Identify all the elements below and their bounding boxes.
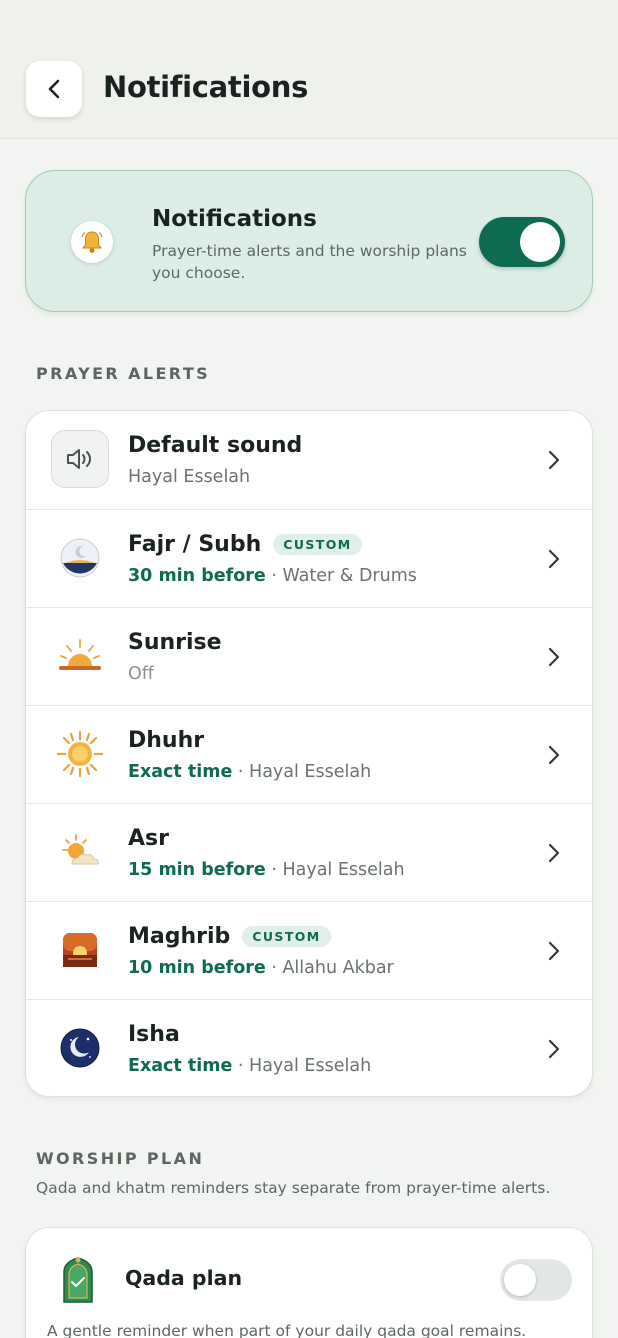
row-sunrise[interactable]: Sunrise Off	[26, 607, 592, 705]
row-maghrib[interactable]: Maghrib CUSTOM 10 min before · Allahu Akb…	[26, 901, 592, 999]
plan-title: Qada plan	[125, 1266, 243, 1290]
prayer-mat-icon	[63, 1257, 93, 1303]
row-subtitle: Exact time · Hayal Esselah	[128, 1056, 372, 1076]
back-button[interactable]	[26, 61, 82, 117]
section-label-worship-plan: WORSHIP PLAN	[36, 1149, 205, 1168]
row-asr[interactable]: Asr 15 min before · Hayal Esselah	[26, 803, 592, 901]
prayer-alerts-list: Default sound Hayal Esselah Fajr / Subh C…	[25, 410, 593, 1097]
row-dhuhr[interactable]: Dhuhr Exact time · Hayal Esselah	[26, 705, 592, 803]
row-title: Default sound	[128, 433, 303, 458]
row-title: Fajr / Subh CUSTOM	[128, 532, 362, 557]
section-description: Qada and khatm reminders stay separate f…	[36, 1179, 551, 1197]
chevron-left-icon	[48, 79, 60, 99]
sun-icon	[51, 725, 109, 783]
row-title: Isha	[128, 1022, 180, 1047]
toggle-knob	[504, 1264, 536, 1296]
row-subtitle: Off	[128, 664, 154, 684]
row-subtitle: 30 min before · Water & Drums	[128, 566, 417, 586]
chevron-right-icon	[548, 549, 560, 569]
row-subtitle: 15 min before · Hayal Esselah	[128, 860, 405, 880]
top-bar: Notifications	[0, 0, 618, 139]
page-title: Notifications	[103, 70, 309, 104]
plan-description: A gentle reminder when part of your dail…	[47, 1322, 527, 1338]
qada-plan-toggle[interactable]	[500, 1259, 572, 1301]
master-title: Notifications	[152, 206, 317, 232]
row-fajr[interactable]: Fajr / Subh CUSTOM 30 min before · Water …	[26, 509, 592, 607]
custom-badge: CUSTOM	[242, 926, 331, 947]
master-description: Prayer-time alerts and the worship plans…	[152, 242, 467, 282]
notifications-toggle[interactable]	[479, 217, 565, 267]
notifications-master-card: Notifications Prayer-time alerts and the…	[25, 170, 593, 312]
custom-badge: CUSTOM	[273, 534, 362, 555]
chevron-right-icon	[548, 941, 560, 961]
crescent-dawn-icon	[51, 529, 109, 587]
chevron-right-icon	[548, 1039, 560, 1059]
toggle-knob	[520, 222, 560, 262]
bell-icon	[71, 221, 113, 263]
row-subtitle: 10 min before · Allahu Akbar	[128, 958, 394, 978]
sunrise-icon	[51, 627, 109, 685]
section-label-prayer-alerts: PRAYER ALERTS	[36, 364, 211, 383]
row-default-sound[interactable]: Default sound Hayal Esselah	[26, 411, 592, 509]
qada-plan-card: Qada plan A gentle reminder when part of…	[25, 1227, 593, 1338]
chevron-right-icon	[548, 745, 560, 765]
row-subtitle: Hayal Esselah	[128, 467, 251, 487]
chevron-right-icon	[548, 450, 560, 470]
row-title: Maghrib CUSTOM	[128, 924, 331, 949]
row-title: Dhuhr	[128, 728, 205, 753]
speaker-icon	[51, 430, 109, 488]
chevron-right-icon	[548, 647, 560, 667]
sun-cloud-icon	[51, 823, 109, 881]
row-title: Sunrise	[128, 630, 222, 655]
row-isha[interactable]: Isha Exact time · Hayal Esselah	[26, 999, 592, 1096]
chevron-right-icon	[548, 843, 560, 863]
row-title: Asr	[128, 826, 169, 851]
row-subtitle: Exact time · Hayal Esselah	[128, 762, 372, 782]
sunset-icon	[51, 921, 109, 979]
moon-stars-icon	[51, 1019, 109, 1077]
